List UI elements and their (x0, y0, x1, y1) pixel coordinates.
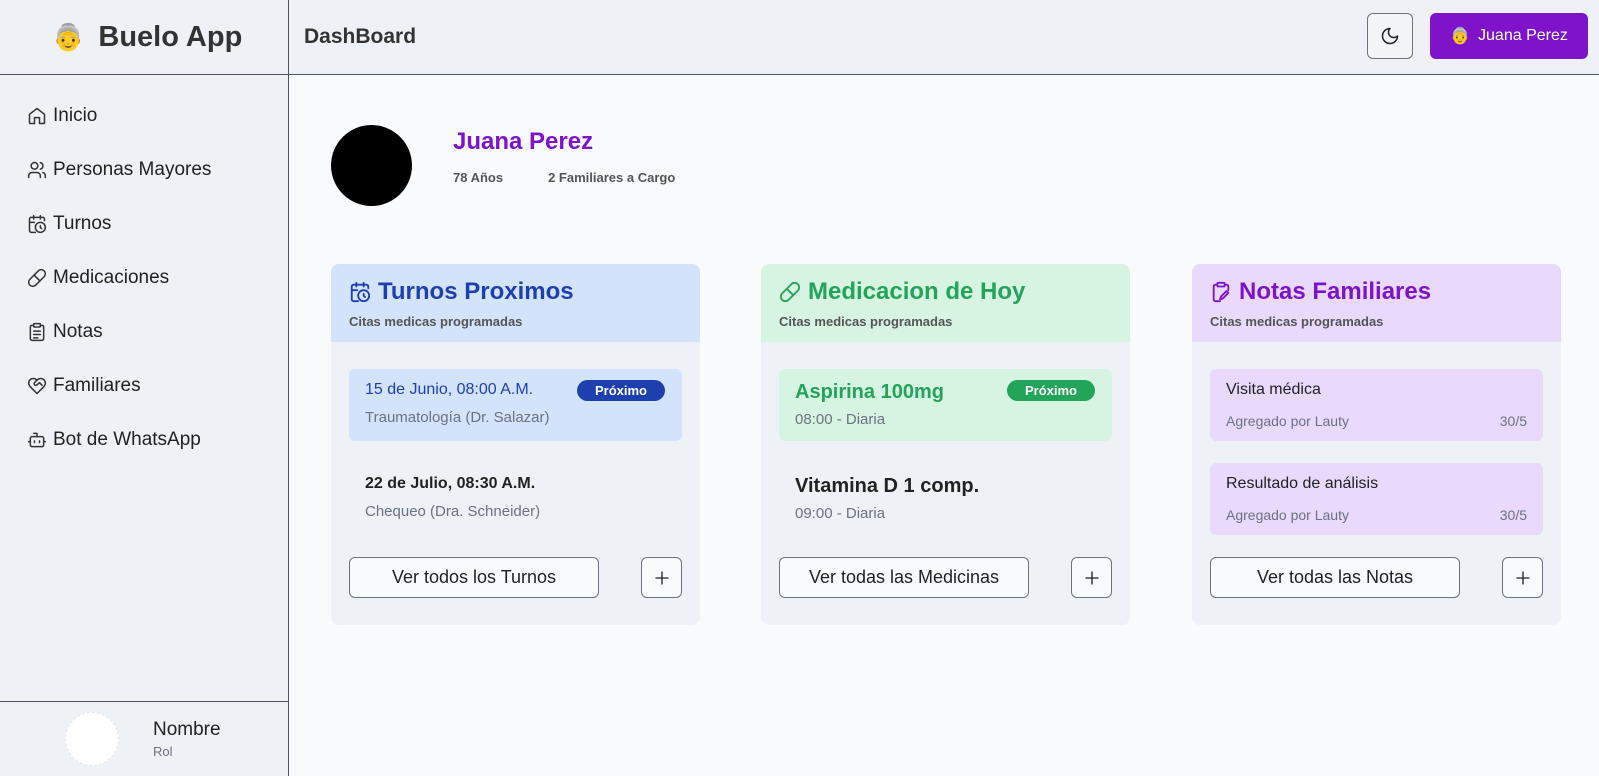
list-item[interactable]: Aspirina 100mg 08:00 - Diaria Próximo (779, 369, 1112, 441)
user-role: Rol (153, 744, 173, 759)
profile-age: 78 Años (453, 170, 504, 185)
card-notas: Notas Familiares Citas medicas programad… (1192, 264, 1561, 625)
profile-name: Juana Perez (453, 128, 594, 155)
moon-icon (1381, 27, 1399, 45)
card-header: Turnos Proximos Citas medicas programada… (331, 264, 700, 342)
view-all-notas-button[interactable]: Ver todas las Notas (1210, 557, 1460, 598)
page-title: DashBoard (304, 25, 417, 48)
user-menu-label: Juana Perez (1478, 27, 1568, 44)
profile-family-count: 2 Familiares a Cargo (548, 170, 676, 185)
clipboard-icon (29, 322, 45, 342)
sidebar-item-turnos[interactable]: Turnos (0, 197, 288, 251)
card-medicacion: Medicacion de Hoy Citas medicas programa… (761, 264, 1130, 625)
item-subtitle: Chequeo (Dra. Schneider) (365, 503, 541, 520)
sidebar-item-label: Medicaciones (53, 267, 170, 288)
profile-summary: Juana Perez 78 Años 2 Familiares a Cargo (331, 125, 675, 206)
brand[interactable]: 👵 Buelo App (0, 0, 288, 75)
user-name: Nombre (153, 719, 221, 740)
item-title: Vitamina D 1 comp. (795, 475, 980, 497)
card-subtitle: Citas medicas programadas (779, 314, 953, 329)
avatar (65, 712, 119, 766)
sidebar: 👵 Buelo App Inicio Personas Mayores Turn… (0, 0, 289, 776)
sidebar-item-label: Personas Mayores (53, 159, 212, 180)
app-title: Buelo App (98, 20, 243, 53)
note-item[interactable]: Visita médica Agregado por Lauty 30/5 (1210, 369, 1543, 441)
sidebar-item-inicio[interactable]: Inicio (0, 89, 288, 143)
view-all-turnos-button[interactable]: Ver todos los Turnos (349, 557, 599, 598)
sidebar-item-notas[interactable]: Notas (0, 305, 288, 359)
add-medicina-button[interactable] (1071, 557, 1112, 598)
sidebar-item-label: Notas (53, 321, 103, 342)
note-date: 30/5 (1499, 413, 1527, 429)
pill-icon (27, 268, 47, 288)
pill-icon (779, 281, 801, 303)
user-menu-button[interactable]: 👵 Juana Perez (1430, 13, 1588, 59)
top-header: DashBoard 👵 Juana Perez (289, 0, 1599, 75)
card-subtitle: Citas medicas programadas (349, 314, 523, 329)
note-title: Visita médica (1226, 381, 1321, 398)
list-item[interactable]: 15 de Junio, 08:00 A.M. Traumatología (D… (349, 369, 682, 441)
sidebar-user[interactable]: Nombre Rol (0, 701, 288, 776)
card-title: Turnos Proximos (378, 278, 574, 305)
calendar-clock-icon (350, 281, 371, 303)
plus-icon (654, 570, 669, 585)
heart-handshake-icon (27, 377, 47, 395)
sidebar-nav: Inicio Personas Mayores Turnos Medicacio… (0, 75, 288, 467)
card-subtitle: Citas medicas programadas (1210, 314, 1384, 329)
theme-toggle-button[interactable] (1367, 13, 1413, 59)
sidebar-item-label: Familiares (53, 375, 141, 396)
card-title: Medicacion de Hoy (808, 278, 1026, 305)
home-icon (28, 107, 46, 125)
sidebar-item-label: Bot de WhatsApp (53, 429, 201, 450)
users-icon (27, 161, 47, 179)
bot-icon (27, 432, 47, 448)
sidebar-item-familiares[interactable]: Familiares (0, 359, 288, 413)
item-subtitle: 08:00 - Diaria (795, 411, 886, 428)
clipboard-edit-icon (1212, 281, 1230, 303)
profile-avatar (331, 125, 412, 206)
plus-icon (1084, 570, 1099, 585)
item-subtitle: Traumatología (Dr. Salazar) (365, 409, 550, 426)
note-date: 30/5 (1499, 507, 1527, 523)
add-turno-button[interactable] (641, 557, 682, 598)
item-title: 22 de Julio, 08:30 A.M. (365, 475, 536, 492)
calendar-clock-icon (28, 214, 47, 234)
card-header: Medicacion de Hoy Citas medicas programa… (761, 264, 1130, 342)
user-emoji-icon: 👵 (1450, 28, 1471, 45)
card-turnos: Turnos Proximos Citas medicas programada… (331, 264, 700, 625)
brand-logo-icon: 👵 (52, 22, 85, 52)
list-item[interactable]: 22 de Julio, 08:30 A.M. Chequeo (Dra. Sc… (349, 463, 682, 535)
sidebar-item-label: Inicio (53, 105, 98, 126)
note-title: Resultado de análisis (1226, 475, 1379, 492)
card-header: Notas Familiares Citas medicas programad… (1192, 264, 1561, 342)
sidebar-item-bot-whatsapp[interactable]: Bot de WhatsApp (0, 413, 288, 467)
view-all-medicinas-button[interactable]: Ver todas las Medicinas (779, 557, 1029, 598)
card-title: Notas Familiares (1239, 278, 1432, 305)
sidebar-item-medicaciones[interactable]: Medicaciones (0, 251, 288, 305)
list-item[interactable]: Vitamina D 1 comp. 09:00 - Diaria (779, 463, 1112, 535)
status-badge: Próximo (1006, 380, 1095, 401)
plus-icon (1515, 570, 1530, 585)
item-subtitle: 09:00 - Diaria (795, 505, 886, 522)
add-nota-button[interactable] (1502, 557, 1543, 598)
sidebar-item-label: Turnos (53, 213, 112, 234)
sidebar-item-personas-mayores[interactable]: Personas Mayores (0, 143, 288, 197)
note-author: Agregado por Lauty (1226, 507, 1349, 523)
note-author: Agregado por Lauty (1226, 413, 1349, 429)
status-badge: Próximo (576, 380, 665, 401)
note-item[interactable]: Resultado de análisis Agregado por Lauty… (1210, 463, 1543, 535)
